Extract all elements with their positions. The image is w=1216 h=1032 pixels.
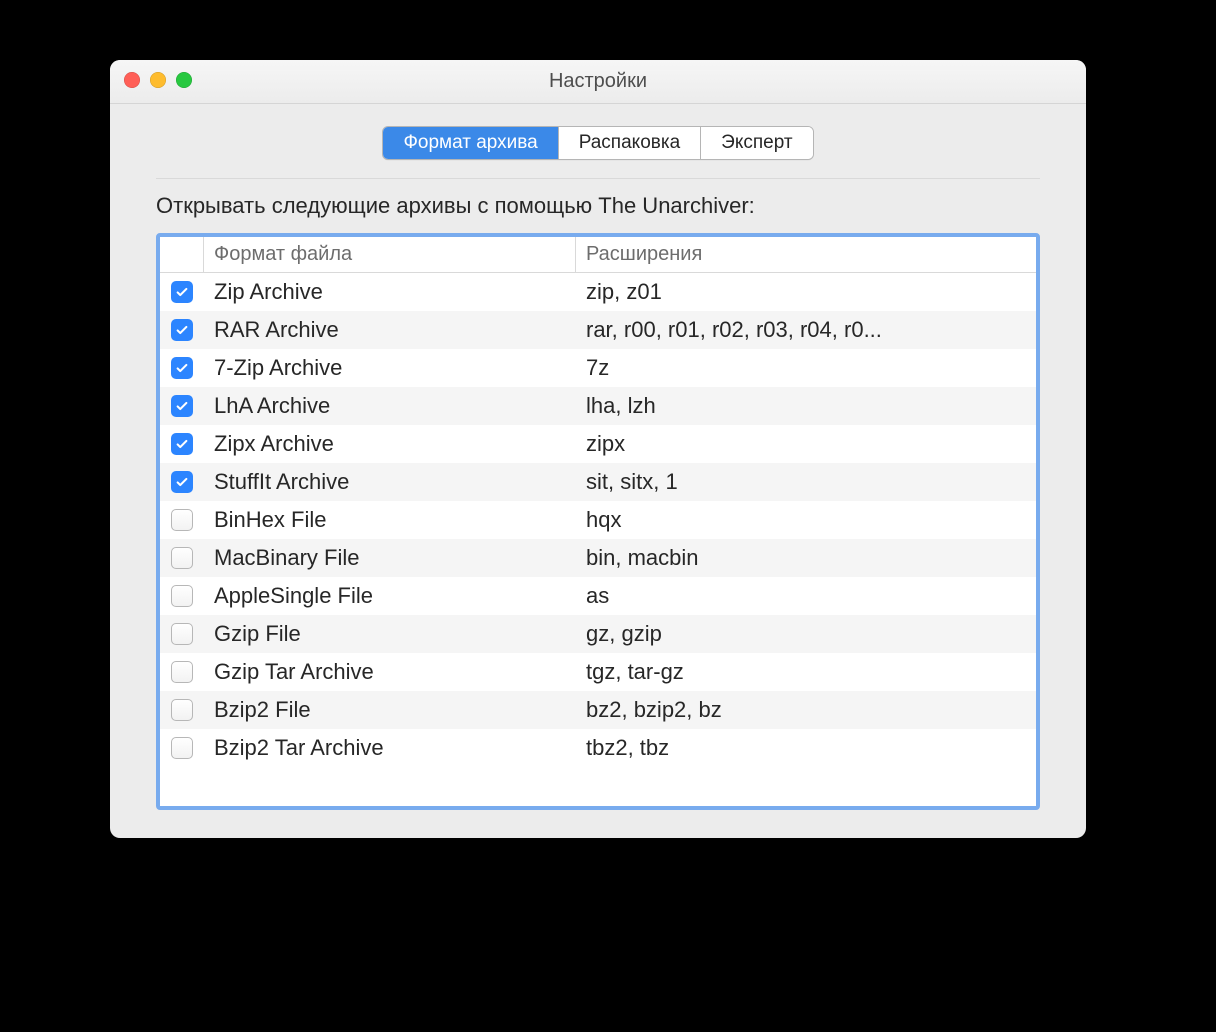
table-row[interactable]: Gzip Filegz, gzip xyxy=(160,615,1036,653)
row-format: MacBinary File xyxy=(204,545,576,571)
row-checkbox[interactable] xyxy=(171,699,193,721)
row-checkbox[interactable] xyxy=(171,623,193,645)
tab-2[interactable]: Эксперт xyxy=(701,127,812,159)
header-checkbox xyxy=(160,237,204,272)
table-row[interactable]: Zip Archivezip, z01 xyxy=(160,273,1036,311)
row-checkbox-cell xyxy=(160,281,204,303)
row-checkbox[interactable] xyxy=(171,737,193,759)
row-checkbox-cell xyxy=(160,623,204,645)
row-checkbox-cell xyxy=(160,433,204,455)
preferences-window: Настройки Формат архиваРаспаковкаЭксперт… xyxy=(110,60,1086,838)
formats-table[interactable]: Формат файла Расширения Zip Archivezip, … xyxy=(156,233,1040,810)
table-row[interactable]: Bzip2 Tar Archivetbz2, tbz xyxy=(160,729,1036,767)
row-checkbox[interactable] xyxy=(171,433,193,455)
row-checkbox[interactable] xyxy=(171,281,193,303)
row-extensions: sit, sitx, 1 xyxy=(576,469,1036,495)
row-checkbox-cell xyxy=(160,509,204,531)
row-extensions: gz, gzip xyxy=(576,621,1036,647)
table-row[interactable]: BinHex Filehqx xyxy=(160,501,1036,539)
row-checkbox-cell xyxy=(160,357,204,379)
archive-format-section: Открывать следующие архивы с помощью The… xyxy=(156,178,1040,810)
table-row[interactable]: Gzip Tar Archivetgz, tar-gz xyxy=(160,653,1036,691)
row-checkbox[interactable] xyxy=(171,661,193,683)
row-format: Bzip2 File xyxy=(204,697,576,723)
row-checkbox-cell xyxy=(160,699,204,721)
table-row[interactable]: StuffIt Archivesit, sitx, 1 xyxy=(160,463,1036,501)
row-format: BinHex File xyxy=(204,507,576,533)
row-extensions: lha, lzh xyxy=(576,393,1036,419)
row-format: Gzip File xyxy=(204,621,576,647)
row-checkbox-cell xyxy=(160,737,204,759)
row-checkbox[interactable] xyxy=(171,395,193,417)
row-format: RAR Archive xyxy=(204,317,576,343)
table-row[interactable]: Bzip2 Filebz2, bzip2, bz xyxy=(160,691,1036,729)
content-area: Формат архиваРаспаковкаЭксперт Открывать… xyxy=(110,104,1086,838)
window-zoom-button[interactable] xyxy=(176,72,192,88)
row-format: Gzip Tar Archive xyxy=(204,659,576,685)
table-body: Zip Archivezip, z01RAR Archiverar, r00, … xyxy=(160,273,1036,806)
table-row[interactable]: MacBinary Filebin, macbin xyxy=(160,539,1036,577)
table-row[interactable]: LhA Archivelha, lzh xyxy=(160,387,1036,425)
row-extensions: rar, r00, r01, r02, r03, r04, r0... xyxy=(576,317,1036,343)
row-format: 7-Zip Archive xyxy=(204,355,576,381)
tab-1[interactable]: Распаковка xyxy=(559,127,701,159)
row-checkbox[interactable] xyxy=(171,547,193,569)
row-format: LhA Archive xyxy=(204,393,576,419)
row-format: Bzip2 Tar Archive xyxy=(204,735,576,761)
table-row[interactable]: Zipx Archivezipx xyxy=(160,425,1036,463)
row-extensions: 7z xyxy=(576,355,1036,381)
row-checkbox[interactable] xyxy=(171,357,193,379)
row-checkbox[interactable] xyxy=(171,319,193,341)
row-extensions: zip, z01 xyxy=(576,279,1036,305)
row-checkbox[interactable] xyxy=(171,471,193,493)
tab-segmented-control: Формат архиваРаспаковкаЭксперт xyxy=(382,126,813,160)
titlebar: Настройки xyxy=(110,60,1086,104)
row-checkbox-cell xyxy=(160,547,204,569)
window-minimize-button[interactable] xyxy=(150,72,166,88)
row-extensions: bz2, bzip2, bz xyxy=(576,697,1036,723)
row-format: AppleSingle File xyxy=(204,583,576,609)
table-row[interactable]: AppleSingle Fileas xyxy=(160,577,1036,615)
row-extensions: hqx xyxy=(576,507,1036,533)
row-extensions: tgz, tar-gz xyxy=(576,659,1036,685)
table-header: Формат файла Расширения xyxy=(160,237,1036,273)
table-row[interactable]: RAR Archiverar, r00, r01, r02, r03, r04,… xyxy=(160,311,1036,349)
table-row[interactable]: 7-Zip Archive7z xyxy=(160,349,1036,387)
row-checkbox-cell xyxy=(160,585,204,607)
header-format[interactable]: Формат файла xyxy=(204,237,576,272)
row-extensions: zipx xyxy=(576,431,1036,457)
tab-0[interactable]: Формат архива xyxy=(383,127,558,159)
window-title: Настройки xyxy=(549,70,647,93)
header-extensions[interactable]: Расширения xyxy=(576,237,1036,272)
row-extensions: as xyxy=(576,583,1036,609)
row-checkbox-cell xyxy=(160,471,204,493)
row-format: Zipx Archive xyxy=(204,431,576,457)
window-close-button[interactable] xyxy=(124,72,140,88)
row-checkbox[interactable] xyxy=(171,509,193,531)
row-checkbox[interactable] xyxy=(171,585,193,607)
row-extensions: tbz2, tbz xyxy=(576,735,1036,761)
traffic-lights xyxy=(124,72,192,88)
row-extensions: bin, macbin xyxy=(576,545,1036,571)
row-checkbox-cell xyxy=(160,661,204,683)
row-format: Zip Archive xyxy=(204,279,576,305)
row-checkbox-cell xyxy=(160,319,204,341)
section-label: Открывать следующие архивы с помощью The… xyxy=(156,193,1040,219)
row-format: StuffIt Archive xyxy=(204,469,576,495)
row-checkbox-cell xyxy=(160,395,204,417)
